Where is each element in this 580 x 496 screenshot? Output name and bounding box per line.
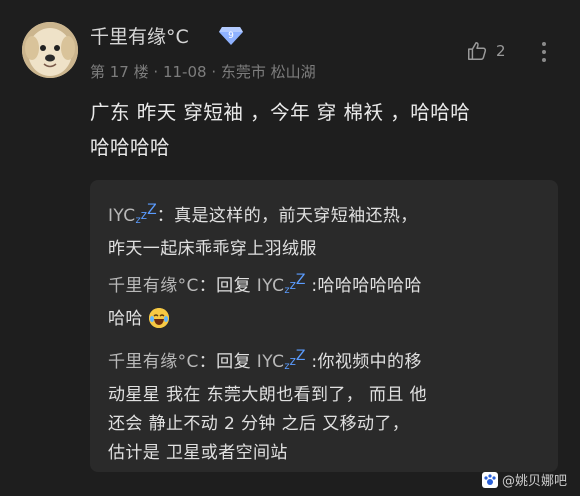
reply-text: ：真是这样的，前天穿短袖还热，	[156, 206, 418, 226]
reply-target[interactable]: IYCzzZ	[257, 272, 306, 296]
content-line: 哈哈哈哈	[90, 136, 171, 159]
sleep-z-icon: zzZ	[284, 348, 306, 372]
like-button[interactable]: 2	[466, 40, 506, 62]
like-count: 2	[496, 42, 506, 60]
reply-item[interactable]: 千里有缘°C：回复 IYCzzZ :哈哈哈哈哈哈 哈哈	[108, 266, 548, 334]
reply-target[interactable]: IYCzzZ	[257, 348, 306, 372]
post-content: 广东 昨天 穿短袖 ，今年 穿 棉袄 ，哈哈哈 哈哈哈哈	[90, 95, 565, 165]
reply-author[interactable]: 千里有缘°C	[108, 352, 199, 372]
reply-text: 还会 静止不动 2 分钟 之后 又移动了，	[108, 414, 410, 434]
reply-item[interactable]: 千里有缘°C：回复 IYCzzZ :你视频中的移 动星星 我在 东莞大朗也看到了…	[108, 342, 548, 468]
reply-word: ：回复	[198, 352, 251, 372]
sleep-z-icon: zzZ	[284, 272, 306, 296]
reply-author[interactable]: 千里有缘°C	[108, 276, 199, 296]
reply-text: 昨天一起床乖乖穿上羽绒服	[108, 239, 317, 259]
reply-box[interactable]: IYCzzZ：真是这样的，前天穿短袖还热， 昨天一起床乖乖穿上羽绒服 千里有缘°…	[90, 180, 558, 472]
watermark-text: @姚贝娜吧	[502, 474, 568, 489]
reply-text: 估计是 卫星或者空间站	[108, 443, 288, 463]
post-date: 11-08	[162, 63, 207, 81]
post-meta: 第 17 楼 · 11-08 · 东莞市 松山湖	[90, 63, 316, 81]
laughing-tears-icon	[148, 308, 169, 328]
level-number: 9	[228, 31, 234, 41]
floor-number: 第 17 楼	[90, 63, 149, 81]
reply-item[interactable]: IYCzzZ：真是这样的，前天穿短袖还热， 昨天一起床乖乖穿上羽绒服	[108, 196, 548, 264]
reply-word: ：回复	[198, 276, 251, 296]
reply-text: :哈哈哈哈哈哈	[311, 276, 422, 296]
content-line: 广东 昨天 穿短袖 ，今年 穿 棉袄 ，哈哈哈	[90, 101, 471, 124]
diamond-badge-icon: 9	[219, 27, 243, 45]
reply-text: 动星星 我在 东莞大朗也看到了， 而且 他	[108, 385, 428, 405]
vertical-dots-icon	[542, 42, 546, 62]
reply-text: 哈哈	[108, 309, 143, 329]
laughing-tears-emoji	[148, 308, 169, 328]
paw-logo-icon	[482, 471, 498, 488]
dog-avatar-icon	[22, 22, 78, 78]
avatar[interactable]	[22, 22, 78, 78]
post-location: 东莞市 松山湖	[220, 63, 316, 81]
author-name[interactable]: 千里有缘°C	[90, 22, 189, 49]
level-badge: 9	[218, 26, 244, 46]
watermark: @姚贝娜吧	[482, 470, 567, 489]
sleep-z-icon: zzZ	[135, 202, 157, 226]
more-button[interactable]	[540, 40, 548, 64]
reply-author[interactable]: IYCzzZ	[108, 202, 157, 226]
reply-text: :你视频中的移	[311, 352, 422, 372]
thumbs-up-icon	[468, 42, 487, 60]
